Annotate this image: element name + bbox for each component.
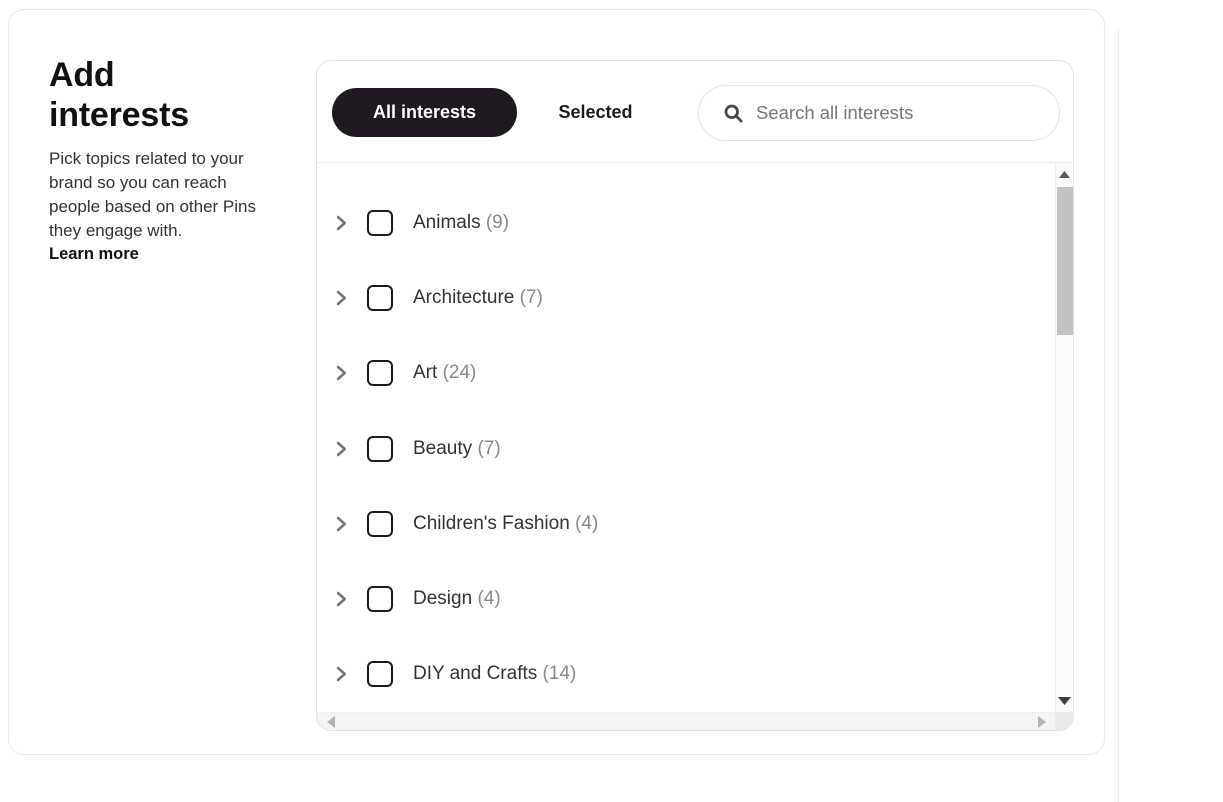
scroll-right-button[interactable]: [1032, 713, 1051, 730]
chevron-right-icon[interactable]: [332, 665, 350, 683]
interest-checkbox[interactable]: [367, 510, 393, 537]
chevron-right-icon[interactable]: [332, 440, 350, 458]
interest-checkbox[interactable]: [367, 435, 393, 462]
interests-list-area: Animals (9) Architecture (7) Art (24) Beaut…: [317, 163, 1073, 730]
interest-count: (24): [442, 362, 477, 384]
interest-row[interactable]: Animals (9): [317, 185, 1055, 260]
tab-all-interests[interactable]: All interests: [332, 88, 517, 137]
chevron-right-icon[interactable]: [332, 289, 350, 307]
learn-more-link[interactable]: Learn more: [49, 245, 139, 264]
interest-count: (4): [575, 512, 599, 534]
triangle-left-icon: [326, 716, 335, 728]
vertical-scrollbar[interactable]: [1055, 163, 1073, 712]
search-input[interactable]: [756, 102, 1031, 124]
interest-row[interactable]: Beauty (7): [317, 411, 1055, 486]
adjacent-panel-edge: [1118, 30, 1119, 802]
interest-row[interactable]: Children's Fashion (4): [317, 486, 1055, 561]
interest-checkbox[interactable]: [367, 661, 393, 688]
scroll-left-button[interactable]: [321, 713, 340, 730]
interest-label: Children's Fashion (4): [413, 513, 598, 535]
horizontal-scrollbar[interactable]: [317, 712, 1055, 730]
scrollbar-corner: [1055, 712, 1073, 730]
interest-row[interactable]: DIY and Crafts (14): [317, 637, 1055, 712]
triangle-down-icon: [1058, 697, 1071, 705]
interest-row[interactable]: Architecture (7): [317, 260, 1055, 335]
add-interests-card: Add interests Pick topics related to you…: [8, 9, 1105, 755]
page-title: Add interests: [49, 56, 189, 134]
panel-info-column: Add interests Pick topics related to you…: [49, 56, 294, 264]
interest-label: Design (4): [413, 588, 501, 610]
scroll-down-button[interactable]: [1056, 690, 1073, 712]
picker-header: All interests Selected: [317, 61, 1073, 163]
interest-row[interactable]: Art (24): [317, 336, 1055, 411]
chevron-right-icon[interactable]: [332, 515, 350, 533]
chevron-right-icon[interactable]: [332, 214, 350, 232]
interest-label: Animals (9): [413, 212, 509, 234]
tab-selected-label: Selected: [558, 102, 633, 122]
interest-name: Beauty: [413, 437, 473, 459]
scroll-up-button[interactable]: [1056, 163, 1073, 185]
interests-picker-panel: All interests Selected Animals (9) Archit…: [316, 60, 1074, 731]
interest-checkbox[interactable]: [367, 360, 393, 387]
tab-selected[interactable]: Selected: [533, 88, 658, 137]
search-icon: [724, 104, 743, 122]
search-field[interactable]: [698, 85, 1060, 141]
interests-list: Animals (9) Architecture (7) Art (24) Beaut…: [317, 163, 1055, 712]
panel-description: Pick topics related to your brand so you…: [49, 148, 256, 241]
interest-name: Design: [413, 588, 473, 610]
interest-name: Art: [413, 362, 438, 384]
interest-name: Architecture: [413, 286, 515, 308]
interest-name: DIY and Crafts: [413, 663, 538, 685]
interest-count: (14): [542, 663, 577, 685]
interest-label: Beauty (7): [413, 438, 501, 460]
chevron-right-icon[interactable]: [332, 590, 350, 608]
interest-label: Architecture (7): [413, 287, 543, 309]
tab-all-interests-label: All interests: [372, 102, 477, 122]
interest-checkbox[interactable]: [367, 209, 393, 236]
interest-label: Art (24): [413, 362, 476, 384]
interest-name: Children's Fashion: [413, 512, 570, 534]
chevron-right-icon[interactable]: [332, 364, 350, 382]
interest-name: Animals: [413, 211, 481, 233]
triangle-up-icon: [1059, 170, 1070, 178]
triangle-right-icon: [1037, 716, 1046, 728]
interest-checkbox[interactable]: [367, 586, 393, 613]
interests-list-viewport: Animals (9) Architecture (7) Art (24) Beaut…: [317, 163, 1055, 712]
vertical-scrollbar-thumb[interactable]: [1057, 187, 1073, 335]
interest-count: (9): [485, 211, 510, 233]
interest-count: (4): [477, 588, 501, 610]
interest-count: (7): [519, 286, 543, 308]
interest-checkbox[interactable]: [367, 284, 393, 311]
interest-label: DIY and Crafts (14): [413, 663, 576, 685]
interest-row[interactable]: Design (4): [317, 561, 1055, 636]
interest-count: (7): [477, 437, 501, 459]
